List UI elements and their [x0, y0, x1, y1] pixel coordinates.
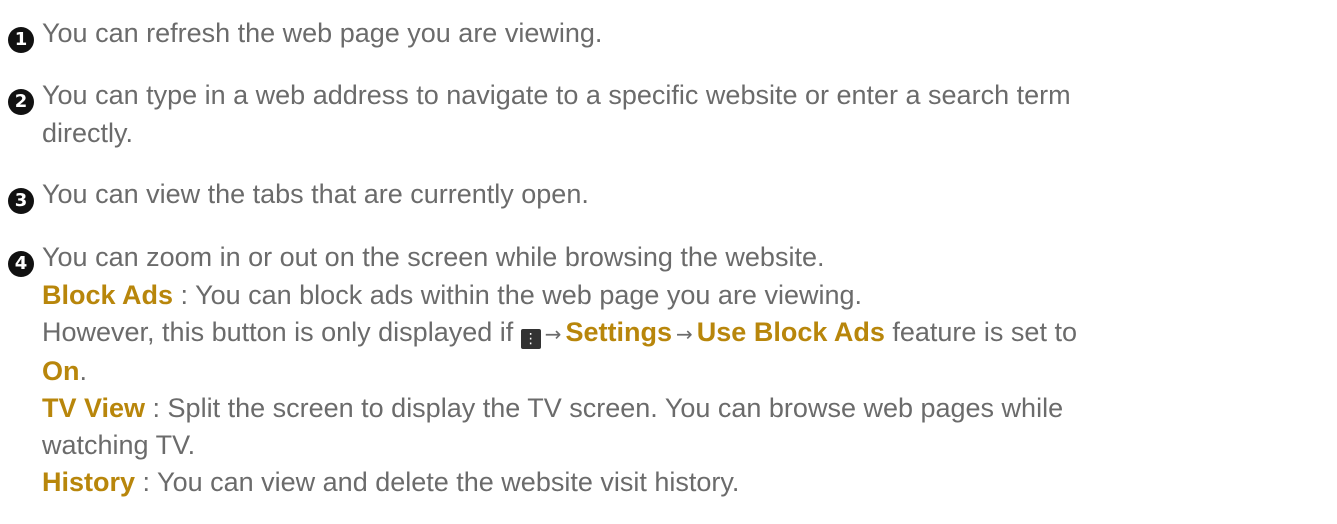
number-3-icon: 3: [8, 188, 34, 214]
item-2-text-line1: You can type in a web address to navigat…: [42, 80, 1071, 110]
item-1: 1 You can refresh the web page you are vi…: [8, 15, 1328, 53]
on-line: On.: [8, 353, 1328, 390]
history-desc: : You can view and delete the website vi…: [135, 467, 740, 497]
use-block-ads-label: Use Block Ads: [696, 317, 885, 347]
block-ads-label: Block Ads: [42, 280, 174, 310]
tv-view-desc-line1: : Split the screen to display the TV scr…: [145, 393, 1064, 423]
arrow-icon: →: [676, 322, 693, 346]
item-4-text: You can zoom in or out on the screen whi…: [42, 242, 825, 272]
item-3: 3 You can view the tabs that are currentl…: [8, 176, 1328, 214]
arrow-icon: →: [544, 322, 562, 346]
block-ads-note-line: However, this button is only displayed i…: [8, 314, 1328, 353]
item-2: 2 You can type in a web address to naviga…: [8, 77, 1328, 152]
number-1-icon: 1: [8, 27, 34, 53]
history-label: History: [42, 467, 136, 497]
on-label: On: [42, 356, 80, 386]
block-ads-note-prefix: However, this button is only displayed i…: [42, 317, 521, 347]
tv-view-desc-line2: watching TV.: [42, 430, 196, 460]
block-ads-note-suffix: feature is set to: [884, 317, 1077, 347]
block-ads-desc: : You can block ads within the web page …: [173, 280, 862, 310]
on-period: .: [79, 356, 88, 386]
block-ads-line: Block Ads : You can block ads within the…: [8, 277, 1328, 314]
tv-view-label: TV View: [42, 393, 146, 423]
number-2-icon: 2: [8, 89, 34, 115]
item-2-text-line2: directly.: [42, 118, 134, 148]
item-1-text: You can refresh the web page you are vie…: [42, 18, 603, 48]
item-4: 4 You can zoom in or out on the screen wh…: [8, 239, 1328, 501]
tv-view-line: TV View : Split the screen to display th…: [8, 390, 1328, 427]
number-4-icon: 4: [8, 251, 34, 277]
history-line: History : You can view and delete the we…: [8, 464, 1328, 501]
menu-icon: ⋮: [520, 329, 541, 349]
settings-label: Settings: [565, 317, 673, 347]
item-3-text: You can view the tabs that are currently…: [42, 179, 589, 209]
